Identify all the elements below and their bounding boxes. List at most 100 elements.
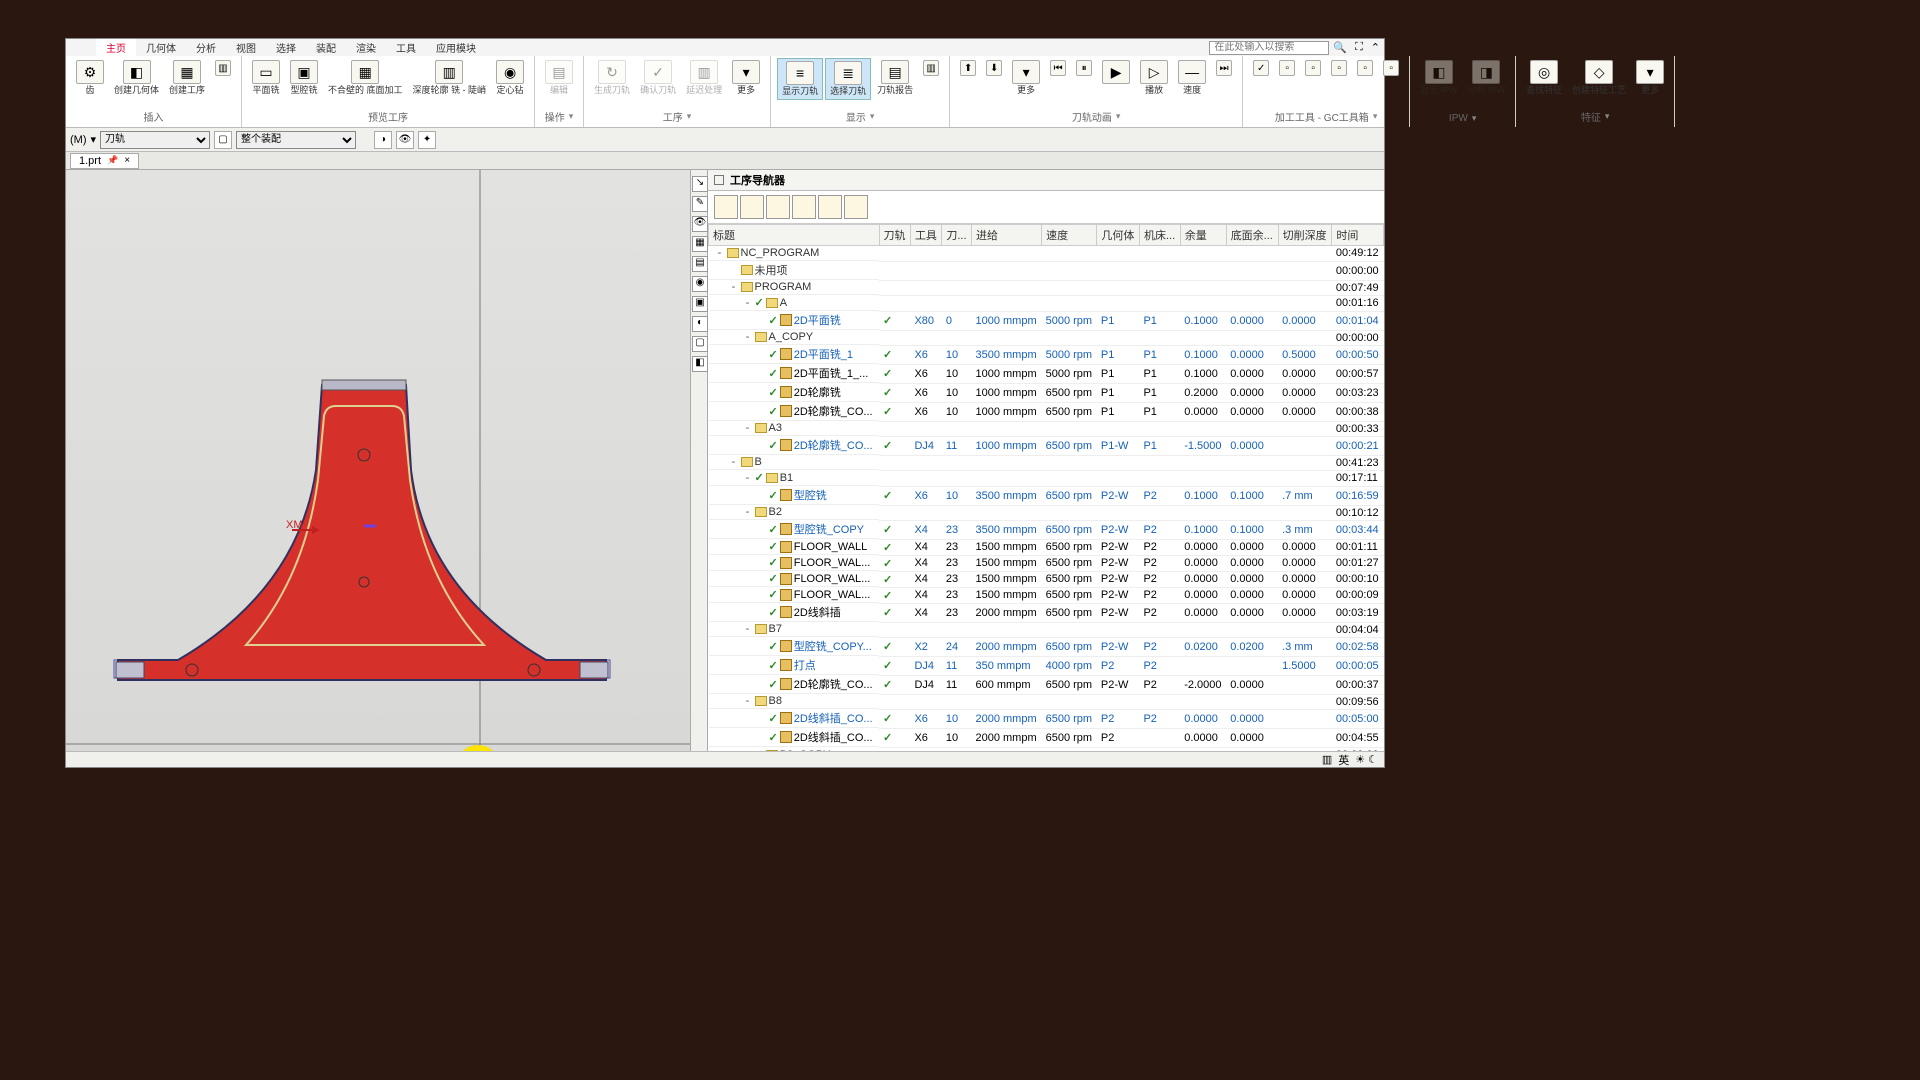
expander-icon[interactable]: - — [743, 623, 753, 635]
chevron-up-icon[interactable]: ⌃ — [1367, 41, 1384, 54]
maximize-icon[interactable]: ⛶ — [1351, 41, 1367, 54]
navigator-table-container[interactable]: 标题刀轨工具刀...进给速度几何体机床...余量底面余...切削深度时间 -NC… — [708, 224, 1384, 751]
table-row[interactable]: ✓FLOOR_WAL...✓X4231500 mmpm6500 rpmP2-WP… — [709, 587, 1384, 603]
column-header[interactable]: 机床... — [1139, 225, 1180, 246]
status-lang[interactable]: 英 — [1338, 752, 1349, 768]
operations-table[interactable]: 标题刀轨工具刀...进给速度几何体机床...余量底面余...切削深度时间 -NC… — [708, 224, 1384, 751]
ribbon-button[interactable]: ▫ — [1379, 58, 1403, 78]
ribbon-button[interactable]: ◉定心钻 — [492, 58, 528, 98]
navtool-2[interactable] — [740, 195, 764, 219]
column-header[interactable]: 几何体 — [1097, 225, 1140, 246]
table-row[interactable]: -B200:10:12 — [709, 505, 1384, 520]
ribbon-button[interactable]: ◧显示 IPW — [1416, 58, 1462, 98]
table-row[interactable]: ✓FLOOR_WAL...✓X4231500 mmpm6500 rpmP2-WP… — [709, 555, 1384, 571]
ribbon-button[interactable]: ⬇ — [982, 58, 1006, 78]
select-assembly[interactable]: 整个装配 — [236, 131, 356, 149]
table-row[interactable]: -A300:00:33 — [709, 421, 1384, 436]
table-row[interactable]: ✓型腔铣_COPY...✓X2242000 mmpm6500 rpmP2-WP2… — [709, 637, 1384, 656]
select-toolpath[interactable]: 刀轨 — [100, 131, 210, 149]
ribbon-button[interactable]: ⬆ — [956, 58, 980, 78]
table-row[interactable]: ✓2D轮廓铣✓X6101000 mmpm6500 rpmP1P10.20000.… — [709, 383, 1384, 402]
sidetool-8[interactable]: ◐ — [692, 316, 708, 332]
column-header[interactable]: 切削深度 — [1278, 225, 1332, 246]
column-header[interactable]: 底面余... — [1226, 225, 1278, 246]
quickbar-btn2[interactable]: ◑ — [374, 131, 392, 149]
ribbon-button[interactable]: ▫ — [1301, 58, 1325, 78]
ribbon-button[interactable]: ▶ — [1098, 58, 1134, 86]
ribbon-button[interactable]: ⚙齿 — [72, 58, 108, 98]
ribbon-tab-视图[interactable]: 视图 — [226, 39, 266, 56]
navtool-1[interactable] — [714, 195, 738, 219]
quickbar-btn4[interactable]: ✦ — [418, 131, 436, 149]
sidetool-10[interactable]: ◧ — [692, 356, 708, 372]
column-header[interactable]: 标题 — [709, 225, 880, 246]
table-row[interactable]: -NC_PROGRAM00:49:12 — [709, 246, 1384, 262]
ribbon-button[interactable]: ▦创建工序 — [165, 58, 209, 98]
file-tab[interactable]: 1.prt 📌 × — [70, 153, 139, 169]
ribbon-tab-分析[interactable]: 分析 — [186, 39, 226, 56]
ribbon-button[interactable]: ▥ — [919, 58, 943, 78]
table-row[interactable]: -PROGRAM00:07:49 — [709, 280, 1384, 295]
ribbon-button[interactable]: ✓ — [1249, 58, 1273, 78]
table-row[interactable]: ✓打点✓DJ411350 mmpm4000 rpmP2P21.500000:00… — [709, 656, 1384, 675]
table-row[interactable]: -B800:09:56 — [709, 694, 1384, 709]
quickbar-btn1[interactable]: ▢ — [214, 131, 232, 149]
ribbon-tab-装配[interactable]: 装配 — [306, 39, 346, 56]
ribbon-button[interactable]: ▤刀轨报告 — [873, 58, 917, 98]
table-row[interactable]: ✓2D平面铣_1✓X6103500 mmpm5000 rpmP1P10.1000… — [709, 345, 1384, 364]
table-row[interactable]: -B00:41:23 — [709, 455, 1384, 470]
ribbon-tab-主页[interactable]: 主页 — [96, 39, 136, 56]
column-header[interactable]: 刀... — [942, 225, 972, 246]
ribbon-button[interactable]: ▭平面铣 — [248, 58, 284, 98]
ribbon-button[interactable]: ▷播放 — [1136, 58, 1172, 98]
status-icons[interactable]: ☀ ☾ — [1355, 753, 1378, 766]
ribbon-button[interactable]: ▥延迟处理 — [682, 58, 726, 98]
ribbon-button[interactable]: ▥深度轮廓 铣 - 陡峭 — [409, 58, 491, 98]
quickbar-btn3[interactable]: 👁 — [396, 131, 414, 149]
sidetool-3[interactable]: 👁 — [692, 216, 708, 232]
ribbon-button[interactable]: ◎查找特征 — [1522, 58, 1566, 98]
ribbon-button[interactable]: ▥ — [211, 58, 235, 78]
table-row[interactable]: ✓2D轮廓铣_CO...✓DJ411600 mmpm6500 rpmP2-WP2… — [709, 675, 1384, 694]
sidetool-2[interactable]: ✎ — [692, 196, 708, 212]
table-row[interactable]: ✓B8_COPY00:00:00 — [709, 747, 1384, 751]
search-icon[interactable]: 🔍 — [1329, 41, 1351, 54]
ribbon-tab-应用模块[interactable]: 应用模块 — [426, 39, 486, 56]
status-grid-icon[interactable]: ▥ — [1322, 753, 1332, 766]
table-row[interactable]: ✓型腔铣✓X6103500 mmpm6500 rpmP2-WP20.10000.… — [709, 486, 1384, 505]
ribbon-button[interactable]: ≡显示刀轨 — [777, 58, 823, 100]
expander-icon[interactable]: - — [743, 331, 753, 343]
table-row[interactable]: ✓2D平面铣_1_...✓X6101000 mmpm5000 rpmP1P10.… — [709, 364, 1384, 383]
ribbon-button[interactable]: ▾更多 — [1008, 58, 1044, 98]
table-row[interactable]: ✓FLOOR_WALL✓X4231500 mmpm6500 rpmP2-WP20… — [709, 539, 1384, 555]
table-row[interactable]: ✓FLOOR_WAL...✓X4231500 mmpm6500 rpmP2-WP… — [709, 571, 1384, 587]
ribbon-button[interactable]: ◇创建特征工艺 — [1568, 58, 1630, 98]
ribbon-tab-工具[interactable]: 工具 — [386, 39, 426, 56]
expander-icon[interactable]: - — [729, 281, 739, 293]
ribbon-button[interactable]: ▫ — [1327, 58, 1351, 78]
ribbon-button[interactable]: ▦不合壁的 底面加工 — [324, 58, 407, 98]
table-row[interactable]: 未用项00:00:00 — [709, 261, 1384, 280]
column-header[interactable]: 速度 — [1042, 225, 1097, 246]
ribbon-button[interactable]: ▫ — [1353, 58, 1377, 78]
sidetool-7[interactable]: ▣ — [692, 296, 708, 312]
navtool-3[interactable] — [766, 195, 790, 219]
expander-icon[interactable]: - — [743, 422, 753, 434]
ribbon-button[interactable]: ▣型腔铣 — [286, 58, 322, 98]
table-row[interactable]: ✓2D轮廓铣_CO...✓DJ4111000 mmpm6500 rpmP1-WP… — [709, 436, 1384, 455]
ribbon-button[interactable]: ◨分析 IPW — [1464, 58, 1510, 98]
column-header[interactable]: 余量 — [1180, 225, 1226, 246]
ribbon-button[interactable]: ◧创建几何体 — [110, 58, 163, 98]
viewport-3d[interactable]: XM Y ✥ — [66, 170, 690, 751]
expander-icon[interactable]: - — [729, 456, 739, 468]
search-input[interactable] — [1209, 41, 1329, 55]
ribbon-button[interactable]: ⏮ — [1046, 58, 1070, 78]
ribbon-button[interactable]: ▤编辑 — [541, 58, 577, 98]
ribbon-button[interactable]: ▫ — [1275, 58, 1299, 78]
close-icon[interactable]: × — [124, 155, 130, 166]
table-row[interactable]: ✓2D线斜插✓X4232000 mmpm6500 rpmP2-WP20.0000… — [709, 603, 1384, 622]
table-row[interactable]: ✓2D平面铣✓X8001000 mmpm5000 rpmP1P10.10000.… — [709, 311, 1384, 330]
table-row[interactable]: -✓A00:01:16 — [709, 295, 1384, 311]
navtool-5[interactable] — [818, 195, 842, 219]
navtool-4[interactable] — [792, 195, 816, 219]
